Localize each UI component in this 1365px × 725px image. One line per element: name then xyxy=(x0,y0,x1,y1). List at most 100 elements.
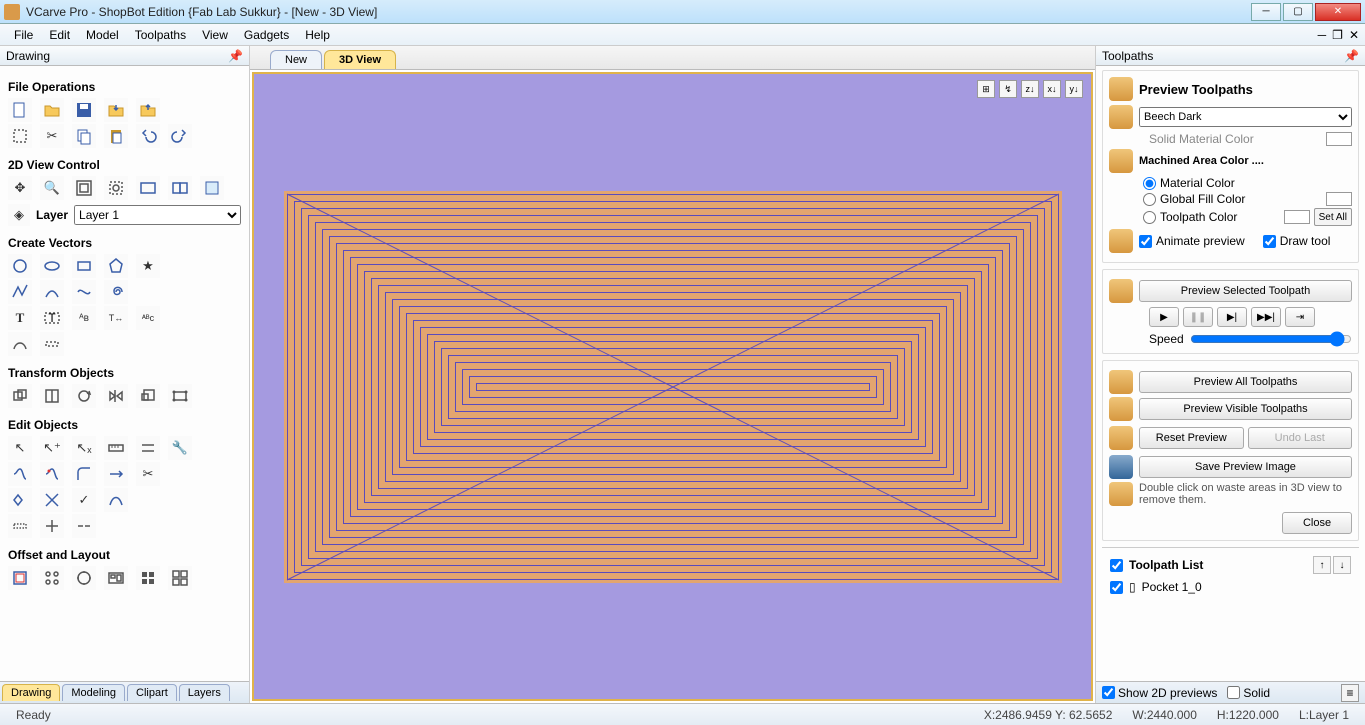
align-tool[interactable] xyxy=(40,384,64,408)
subtract-tool[interactable] xyxy=(40,488,64,512)
step-button[interactable]: ▶| xyxy=(1217,307,1247,327)
zoom-button[interactable]: 🔍 xyxy=(40,176,64,200)
join-tool[interactable] xyxy=(8,462,32,486)
close-vector-tool[interactable] xyxy=(40,462,64,486)
ffwd-button[interactable]: ▶▶| xyxy=(1251,307,1281,327)
dimension-tool[interactable] xyxy=(40,332,64,356)
solid-color-swatch[interactable] xyxy=(1326,132,1352,146)
star-tool[interactable]: ★ xyxy=(136,254,160,278)
preview-visible-button[interactable]: Preview Visible Toolpaths xyxy=(1139,398,1352,420)
tab-drawing[interactable]: Drawing xyxy=(2,684,60,701)
select-tool[interactable]: ↖ xyxy=(8,436,32,460)
menu-model[interactable]: Model xyxy=(78,26,127,44)
rectangle-tool[interactable] xyxy=(72,254,96,278)
move-up-icon[interactable]: ↑ xyxy=(1313,556,1331,574)
select-bounds-button[interactable] xyxy=(8,124,32,148)
play-button[interactable]: ▶ xyxy=(1149,307,1179,327)
toolpath-color-swatch[interactable] xyxy=(1284,210,1310,224)
arc-tool[interactable] xyxy=(40,280,64,304)
check-drawtool[interactable] xyxy=(1263,235,1276,248)
polyline-tool[interactable] xyxy=(8,280,32,304)
preview-selected-button[interactable]: Preview Selected Toolpath xyxy=(1139,280,1352,302)
interactive-trim-tool[interactable] xyxy=(136,436,160,460)
open-file-button[interactable] xyxy=(40,98,64,122)
reset-preview-button[interactable]: Reset Preview xyxy=(1139,427,1244,449)
pan-button[interactable]: ✥ xyxy=(8,176,32,200)
nesting-tool[interactable] xyxy=(168,566,192,590)
node-select-tool[interactable]: ↖ₓ xyxy=(72,436,96,460)
text-box-tool[interactable]: T xyxy=(40,306,64,330)
copy-button[interactable] xyxy=(72,124,96,148)
menu-gadgets[interactable]: Gadgets xyxy=(236,26,297,44)
text-tool[interactable]: T xyxy=(8,306,32,330)
zoom-fit-button[interactable] xyxy=(72,176,96,200)
pin-icon-right[interactable]: 📌 xyxy=(1344,49,1359,63)
new-file-button[interactable] xyxy=(8,98,32,122)
save-file-button[interactable] xyxy=(72,98,96,122)
offset-tool[interactable] xyxy=(8,566,32,590)
mdi-minimize-icon[interactable]: ─ xyxy=(1318,28,1327,42)
close-button[interactable]: ✕ xyxy=(1315,3,1361,21)
move-tool[interactable] xyxy=(8,384,32,408)
tab-3d-view[interactable]: 3D View xyxy=(324,50,396,69)
speed-slider[interactable] xyxy=(1190,331,1352,347)
polygon-tool[interactable] xyxy=(104,254,128,278)
array-tool[interactable] xyxy=(72,514,96,538)
viewport-3d[interactable]: ⊞ ↯ z↓ x↓ y↓ xyxy=(252,72,1093,701)
list-menu-icon[interactable]: ≡ xyxy=(1341,684,1359,702)
validate-tool[interactable]: ✓ xyxy=(72,488,96,512)
rotate-tool[interactable] xyxy=(72,384,96,408)
wrench-tool[interactable]: 🔧 xyxy=(168,436,192,460)
scale-tool[interactable] xyxy=(136,384,160,408)
radio-material-color[interactable] xyxy=(1143,177,1156,190)
undo-button[interactable] xyxy=(136,124,160,148)
zoom-window-button[interactable] xyxy=(136,176,160,200)
node-edit-tool[interactable]: ↖⁺ xyxy=(40,436,64,460)
trim-tool[interactable]: ✂ xyxy=(136,462,160,486)
weld-tool[interactable] xyxy=(8,488,32,512)
redo-button[interactable] xyxy=(168,124,192,148)
mdi-close-icon[interactable]: ✕ xyxy=(1349,28,1359,42)
text-outline-tool[interactable]: ᴬᴮᴄ xyxy=(136,306,160,330)
set-all-button[interactable]: Set All xyxy=(1314,208,1352,226)
pin-icon[interactable]: 📌 xyxy=(228,49,243,63)
preview-all-button[interactable]: Preview All Toolpaths xyxy=(1139,371,1352,393)
toolpath-item-check[interactable] xyxy=(1110,581,1123,594)
menu-edit[interactable]: Edit xyxy=(41,26,78,44)
close-preview-button[interactable]: Close xyxy=(1282,512,1352,534)
maximize-button[interactable]: ▢ xyxy=(1283,3,1313,21)
toolpath-item[interactable]: ▯ Pocket 1_0 xyxy=(1108,578,1353,596)
check-show-2d[interactable] xyxy=(1102,686,1115,699)
tab-clipart[interactable]: Clipart xyxy=(127,684,177,701)
menu-view[interactable]: View xyxy=(194,26,236,44)
menu-file[interactable]: File xyxy=(6,26,41,44)
plate-tool[interactable] xyxy=(136,566,160,590)
material-select[interactable]: Beech Dark xyxy=(1139,107,1352,127)
slice-tool[interactable] xyxy=(40,514,64,538)
layer-icon[interactable]: ◈ xyxy=(8,204,30,226)
spiral-tool[interactable] xyxy=(104,280,128,304)
tab-new[interactable]: New xyxy=(270,50,322,69)
check-animate[interactable] xyxy=(1139,235,1152,248)
tab-modeling[interactable]: Modeling xyxy=(62,684,125,701)
zoom-selection-button[interactable] xyxy=(104,176,128,200)
extend-tool[interactable] xyxy=(104,462,128,486)
radio-global-fill[interactable] xyxy=(1143,193,1156,206)
trace-tool[interactable] xyxy=(8,332,32,356)
radio-toolpath-color[interactable] xyxy=(1143,211,1156,224)
guides-button[interactable] xyxy=(200,176,224,200)
pause-button[interactable]: ❚❚ xyxy=(1183,307,1213,327)
mdi-restore-icon[interactable]: ❐ xyxy=(1332,28,1343,42)
save-preview-image-button[interactable]: Save Preview Image xyxy=(1139,456,1352,478)
array-copy-tool[interactable] xyxy=(40,566,64,590)
text-on-curve-tool[interactable]: ᴬʙ xyxy=(72,306,96,330)
minimize-button[interactable]: ─ xyxy=(1251,3,1281,21)
to-end-button[interactable]: ⇥ xyxy=(1285,307,1315,327)
tab-layers[interactable]: Layers xyxy=(179,684,230,701)
convert-tool[interactable] xyxy=(8,514,32,538)
circular-array-tool[interactable] xyxy=(72,566,96,590)
curve-tool[interactable] xyxy=(72,280,96,304)
menu-toolpaths[interactable]: Toolpaths xyxy=(127,26,194,44)
text-measure-tool[interactable]: T↔ xyxy=(104,306,128,330)
fillet-tool[interactable] xyxy=(72,462,96,486)
